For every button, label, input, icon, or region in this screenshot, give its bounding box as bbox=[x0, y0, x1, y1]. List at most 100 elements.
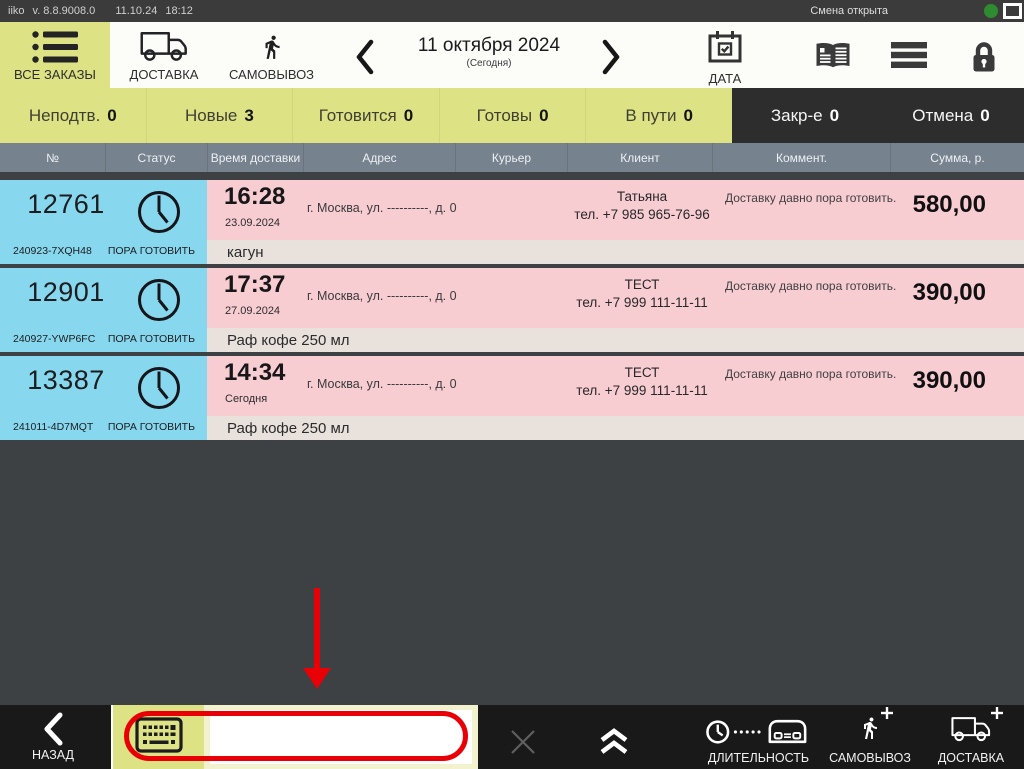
plus-icon bbox=[880, 706, 894, 725]
date-prev-button[interactable] bbox=[350, 38, 380, 76]
filter-count: 0 bbox=[539, 105, 549, 125]
date-picker-button[interactable]: ДАТА bbox=[697, 28, 753, 86]
delivery-add-icon bbox=[950, 707, 1003, 748]
order-number: 13387 bbox=[27, 365, 105, 395]
order-row-13387[interactable]: 13387 241011-4D7MQT ПОРА ГОТОВИТЬ 14:34 … bbox=[0, 356, 1024, 440]
back-button[interactable]: НАЗАД bbox=[0, 705, 106, 769]
filter-label: Готовы bbox=[476, 105, 533, 125]
order-status-label: ПОРА ГОТОВИТЬ bbox=[107, 421, 195, 433]
pickup-add-icon bbox=[858, 707, 893, 748]
filter-group-closed: Закр-е 0 Отмена 0 bbox=[732, 88, 1024, 143]
filter-group-active: Неподтв. 0 Новые 3 Готовится 0 Готовы 0 … bbox=[0, 88, 732, 143]
order-code: 240923-7XQH48 bbox=[13, 245, 92, 257]
back-button-label: НАЗАД bbox=[32, 748, 74, 762]
filter-count: 0 bbox=[683, 105, 693, 125]
filter-label: Неподтв. bbox=[28, 105, 101, 125]
delivery-date: 27.09.2024 bbox=[225, 305, 281, 317]
collapse-panel-icon[interactable] bbox=[598, 728, 630, 755]
tab-all-orders[interactable]: ВСЕ ЗАКАЗЫ bbox=[0, 22, 110, 88]
tab-delivery-label: ДОСТАВКА bbox=[129, 67, 199, 82]
filter-label: Отмена bbox=[912, 105, 974, 125]
order-id-cell: 12761 240923-7XQH48 ПОРА ГОТОВИТЬ bbox=[0, 180, 207, 264]
order-row-12761[interactable]: 12761 240923-7XQH48 ПОРА ГОТОВИТЬ 16:28 … bbox=[0, 180, 1024, 264]
filter-tab-on-way[interactable]: В пути 0 bbox=[585, 88, 732, 143]
filter-tab-unconfirmed[interactable]: Неподтв. 0 bbox=[0, 88, 146, 143]
main-toolbar: ВСЕ ЗАКАЗЫ ДОСТАВКА САМОВЫВОЗ 11 октября… bbox=[0, 22, 1024, 88]
date-title: 11 октября 2024 bbox=[417, 35, 561, 56]
client-phone: тел. +7 999 111-11-11 bbox=[576, 382, 708, 398]
menu-button[interactable] bbox=[890, 40, 928, 70]
clock-status-icon bbox=[136, 365, 182, 411]
delivery-time: 14:34 bbox=[224, 359, 286, 386]
new-delivery-button[interactable]: ДОСТАВКА bbox=[912, 707, 1024, 765]
order-row-12901[interactable]: 12901 240927-YWP6FC ПОРА ГОТОВИТЬ 17:37 … bbox=[0, 268, 1024, 352]
tab-pickup[interactable]: САМОВЫВОЗ bbox=[218, 22, 325, 88]
order-items-cell: Раф кофе 250 мл bbox=[207, 416, 1024, 440]
client-phone: тел. +7 985 965-76-96 bbox=[574, 206, 710, 222]
keyboard-toggle-button[interactable] bbox=[111, 705, 204, 769]
filter-tab-closed[interactable]: Закр-е 0 bbox=[732, 88, 878, 143]
tab-pickup-label: САМОВЫВОЗ bbox=[228, 67, 315, 82]
phone-search-input[interactable] bbox=[210, 710, 472, 764]
annotation-arrow-line bbox=[314, 588, 320, 670]
date-next-button[interactable] bbox=[596, 38, 626, 76]
lock-button[interactable] bbox=[968, 40, 1000, 74]
filter-tab-new[interactable]: Новые 3 bbox=[145, 88, 293, 143]
tab-delivery[interactable]: ДОСТАВКА bbox=[110, 22, 218, 88]
delivery-truck-icon bbox=[138, 28, 190, 66]
date-subtitle: (Сегодня) bbox=[466, 58, 512, 69]
order-status-label: ПОРА ГОТОВИТЬ bbox=[107, 245, 195, 257]
order-client: ТЕСТ тел. +7 999 111-11-11 bbox=[537, 364, 747, 399]
column-header-delivery-time: Время доставки bbox=[207, 143, 303, 172]
orders-table-header: № Статус Время доставки Адрес Курьер Кли… bbox=[0, 143, 1024, 172]
order-main-cell: 16:28 23.09.2024 г. Москва, ул. --------… bbox=[207, 180, 1024, 240]
status-filterbar: Неподтв. 0 Новые 3 Готовится 0 Готовы 0 … bbox=[0, 88, 1024, 143]
filter-count: 3 bbox=[244, 105, 254, 125]
filter-count: 0 bbox=[980, 105, 990, 125]
plus-icon bbox=[990, 706, 1004, 725]
app-version: v. 8.8.9008.0 bbox=[32, 5, 96, 17]
order-client: ТЕСТ тел. +7 999 111-11-11 bbox=[537, 276, 747, 311]
order-address: г. Москва, ул. ----------, д. 0 bbox=[307, 377, 457, 391]
client-name: ТЕСТ bbox=[624, 277, 660, 292]
filter-tab-cancelled[interactable]: Отмена 0 bbox=[878, 88, 1024, 143]
new-delivery-label: ДОСТАВКА bbox=[937, 751, 1005, 765]
delivery-date: Сегодня bbox=[225, 393, 268, 405]
column-header-sum: Сумма, р. bbox=[890, 143, 1024, 172]
order-items-cell: Раф кофе 250 мл bbox=[207, 328, 1024, 352]
order-sum: 390,00 bbox=[912, 279, 986, 306]
calendar-check-icon bbox=[707, 30, 743, 69]
filter-label: Закр-е bbox=[770, 105, 823, 125]
order-id-cell: 13387 241011-4D7MQT ПОРА ГОТОВИТЬ bbox=[0, 356, 207, 440]
clock-status-icon bbox=[136, 277, 182, 323]
order-sum: 390,00 bbox=[912, 367, 986, 394]
filter-label: Новые bbox=[184, 105, 238, 125]
column-header-status: Статус bbox=[105, 143, 207, 172]
window-restore-icon[interactable] bbox=[1003, 3, 1022, 19]
orders-list-icon bbox=[32, 28, 78, 66]
clear-search-icon[interactable] bbox=[506, 725, 540, 759]
journal-button[interactable] bbox=[812, 40, 854, 72]
order-comment: Доставку давно пора готовить. bbox=[725, 191, 897, 205]
order-comment: Доставку давно пора готовить. bbox=[725, 367, 897, 381]
order-address: г. Москва, ул. ----------, д. 0 bbox=[307, 201, 457, 215]
system-date: 11.10.24 bbox=[115, 5, 158, 17]
order-code: 240927-YWP6FC bbox=[13, 333, 96, 345]
client-phone: тел. +7 999 111-11-11 bbox=[576, 294, 708, 310]
filter-label: Готовится bbox=[318, 105, 397, 125]
order-sum: 580,00 bbox=[912, 191, 986, 218]
order-code: 241011-4D7MQT bbox=[13, 421, 94, 433]
order-main-cell: 14:34 Сегодня г. Москва, ул. ----------,… bbox=[207, 356, 1024, 416]
order-number: 12901 bbox=[27, 277, 105, 307]
annotation-arrow-head bbox=[303, 668, 331, 689]
filter-tab-ready[interactable]: Готовы 0 bbox=[438, 88, 586, 143]
order-items-text: кагун bbox=[227, 243, 264, 261]
order-client: Татьяна тел. +7 985 965-76-96 bbox=[537, 188, 747, 223]
filter-tab-preparing[interactable]: Готовится 0 bbox=[292, 88, 439, 143]
current-date-display[interactable]: 11 октября 2024 (Сегодня) bbox=[396, 35, 582, 69]
column-header-comment: Коммент. bbox=[712, 143, 890, 172]
filter-count: 0 bbox=[107, 105, 117, 125]
app-name: iiko bbox=[8, 5, 25, 17]
phone-search-field bbox=[204, 705, 478, 769]
order-items-text: Раф кофе 250 мл bbox=[227, 419, 350, 437]
